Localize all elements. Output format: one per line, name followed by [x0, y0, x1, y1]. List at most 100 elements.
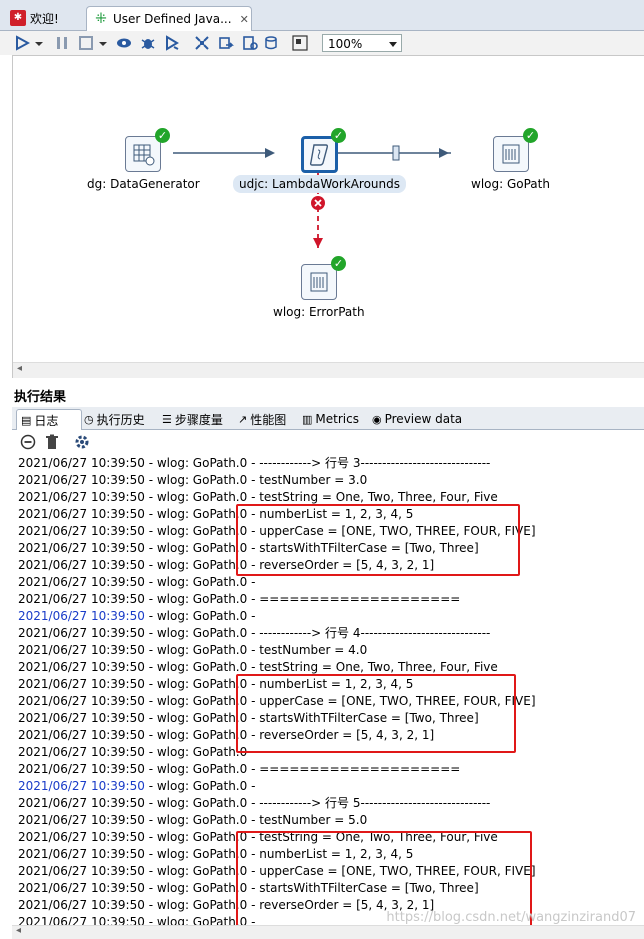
- log-timestamp: 2021/06/27 10:39:50: [18, 643, 145, 657]
- log-timestamp: 2021/06/27 10:39:50: [18, 660, 145, 674]
- debug-icon[interactable]: [140, 35, 156, 51]
- tab-history[interactable]: ◷ 执行历史: [80, 409, 149, 429]
- log-line: 2021/06/27 10:39:50 - wlog: GoPath.0 - t…: [18, 642, 367, 659]
- log-line: 2021/06/27 10:39:50 - wlog: GoPath.0 - -…: [18, 455, 490, 472]
- run-icon[interactable]: [14, 35, 30, 51]
- sql-icon[interactable]: [242, 35, 258, 51]
- log-timestamp: 2021/06/27 10:39:50: [18, 507, 145, 521]
- log-timestamp: 2021/06/27 10:39:50: [18, 677, 145, 691]
- log-timestamp: 2021/06/27 10:39:50: [18, 796, 145, 810]
- chevron-down-icon[interactable]: [34, 35, 44, 51]
- step-label[interactable]: wlog: GoPath: [471, 177, 550, 191]
- metrics-icon: ▥: [302, 412, 313, 426]
- trash-icon[interactable]: [44, 434, 60, 450]
- tab-transformation[interactable]: ⁜ User Defined Java... ✕: [86, 6, 252, 31]
- tab-performance-label: 性能图: [250, 412, 287, 427]
- scroll-left-icon[interactable]: ◂: [17, 363, 22, 374]
- log-message: - wlog: GoPath.0 - testNumber = 4.0: [144, 643, 368, 657]
- log-timestamp: 2021/06/27 10:39:50: [18, 694, 145, 708]
- log-message: - wlog: GoPath.0 - testNumber = 3.0: [144, 473, 368, 487]
- transformation-canvas[interactable]: ✓ dg: DataGenerator ✓ udjc: LambdaWorkAr…: [12, 55, 644, 378]
- log-message: - wlog: GoPath.0 -: [144, 779, 260, 793]
- step-errorpath-icon[interactable]: [301, 264, 337, 300]
- history-icon: ◷: [84, 412, 94, 426]
- tab-log[interactable]: ▤ 日志: [16, 409, 82, 430]
- log-message: - wlog: GoPath.0 - ------------> 行号 5---…: [144, 796, 491, 810]
- log-output[interactable]: 2021/06/27 10:39:50 - wlog: GoPath.0 - -…: [14, 455, 644, 925]
- log-message: - wlog: GoPath.0 - testString = One, Two…: [144, 490, 498, 504]
- log-timestamp: 2021/06/27 10:39:50: [18, 711, 145, 725]
- log-timestamp: 2021/06/27 10:39:50: [18, 524, 145, 538]
- explore-db-icon[interactable]: [264, 35, 280, 51]
- log-message: - wlog: GoPath.0 -: [144, 575, 260, 589]
- success-check-icon: ✓: [331, 256, 346, 271]
- impact-icon[interactable]: [218, 35, 234, 51]
- log-line: 2021/06/27 10:39:50 - wlog: GoPath.0 -: [18, 608, 259, 625]
- step-udjc-icon[interactable]: [301, 136, 338, 173]
- log-message: - wlog: GoPath.0 - ====================: [144, 762, 461, 776]
- transformation-icon: ⁜: [95, 11, 107, 27]
- chevron-down-icon: [389, 42, 397, 47]
- log-timestamp: 2021/06/27 10:39:50: [18, 813, 145, 827]
- clear-log-icon[interactable]: [20, 434, 36, 450]
- log-line: 2021/06/27 10:39:50 - wlog: GoPath.0 - -…: [18, 625, 490, 642]
- tab-history-label: 执行历史: [96, 412, 145, 427]
- tab-preview-data-label: Preview data: [384, 412, 463, 426]
- gear-icon[interactable]: [74, 434, 90, 450]
- log-line: 2021/06/27 10:39:50 - wlog: GoPath.0 -: [18, 778, 259, 795]
- step-label[interactable]: wlog: ErrorPath: [273, 305, 365, 319]
- log-line: 2021/06/27 10:39:50 - wlog: GoPath.0 -: [18, 574, 259, 591]
- zoom-select[interactable]: 100%: [322, 34, 402, 52]
- log-horizontal-scrollbar[interactable]: ◂: [12, 925, 644, 939]
- log-timestamp: 2021/06/27 10:39:50: [18, 881, 145, 895]
- log-timestamp: 2021/06/27 10:39:50: [18, 473, 145, 487]
- verify-icon[interactable]: [194, 35, 210, 51]
- tab-log-label: 日志: [34, 413, 59, 428]
- scroll-left-icon[interactable]: ◂: [16, 925, 21, 936]
- step-label[interactable]: udjc: LambdaWorkArounds: [233, 175, 407, 193]
- stop-icon[interactable]: [78, 35, 94, 51]
- log-timestamp: 2021/06/27 10:39:50: [18, 830, 145, 844]
- pause-icon[interactable]: [54, 35, 70, 51]
- success-check-icon: ✓: [155, 128, 170, 143]
- chevron-down-icon[interactable]: [98, 35, 108, 51]
- close-icon[interactable]: ✕: [240, 13, 249, 26]
- results-tab-bar: ▤ 日志 ◷ 执行历史 ☰ 步骤度量 ↗ 性能图 ▥ Metrics ◉ Pre…: [12, 407, 644, 430]
- success-check-icon: ✓: [331, 128, 346, 143]
- log-timestamp: 2021/06/27 10:39:50: [18, 915, 145, 925]
- canvas-horizontal-scrollbar[interactable]: ◂: [13, 362, 644, 378]
- eye-icon: ◉: [372, 412, 382, 426]
- arrow-icon: [439, 148, 449, 158]
- highlight-box: [236, 504, 520, 576]
- log-timestamp: 2021/06/27 10:39:50: [18, 898, 145, 912]
- replay-icon[interactable]: [164, 35, 180, 51]
- log-timestamp: 2021/06/27 10:39:50: [18, 779, 145, 793]
- log-message: - wlog: GoPath.0 - testString = One, Two…: [144, 660, 498, 674]
- log-timestamp: 2021/06/27 10:39:50: [18, 745, 145, 759]
- step-datagenerator-icon[interactable]: [125, 136, 161, 172]
- log-timestamp: 2021/06/27 10:39:50: [18, 728, 145, 742]
- show-results-icon[interactable]: [292, 35, 308, 51]
- log-line: 2021/06/27 10:39:50 - wlog: GoPath.0 -: [18, 744, 259, 761]
- log-line: 2021/06/27 10:39:50 - wlog: GoPath.0 - t…: [18, 812, 367, 829]
- log-message: - wlog: GoPath.0 -: [144, 609, 260, 623]
- log-timestamp: 2021/06/27 10:39:50: [18, 847, 145, 861]
- tab-step-metrics[interactable]: ☰ 步骤度量: [158, 409, 227, 429]
- tab-performance[interactable]: ↗ 性能图: [234, 409, 290, 429]
- tab-welcome[interactable]: ✱ 欢迎!: [4, 6, 84, 30]
- log-timestamp: 2021/06/27 10:39:50: [18, 541, 145, 555]
- tab-preview-data[interactable]: ◉ Preview data: [368, 409, 466, 429]
- log-message: - wlog: GoPath.0 - testNumber = 5.0: [144, 813, 368, 827]
- copy-rows-icon: [392, 145, 400, 161]
- log-timestamp: 2021/06/27 10:39:50: [18, 558, 145, 572]
- tab-welcome-label: 欢迎!: [30, 11, 59, 26]
- log-timestamp: 2021/06/27 10:39:50: [18, 456, 145, 470]
- step-label[interactable]: dg: DataGenerator: [87, 177, 200, 191]
- log-timestamp: 2021/06/27 10:39:50: [18, 609, 145, 623]
- tab-metrics[interactable]: ▥ Metrics: [298, 409, 363, 429]
- step-gopath-icon[interactable]: [493, 136, 529, 172]
- watermark: https://blog.csdn.net/wangzinzirand07: [386, 910, 636, 925]
- preview-icon[interactable]: [116, 35, 132, 51]
- log-toolbar: [12, 430, 644, 454]
- log-line: 2021/06/27 10:39:50 - wlog: GoPath.0 -: [18, 914, 259, 925]
